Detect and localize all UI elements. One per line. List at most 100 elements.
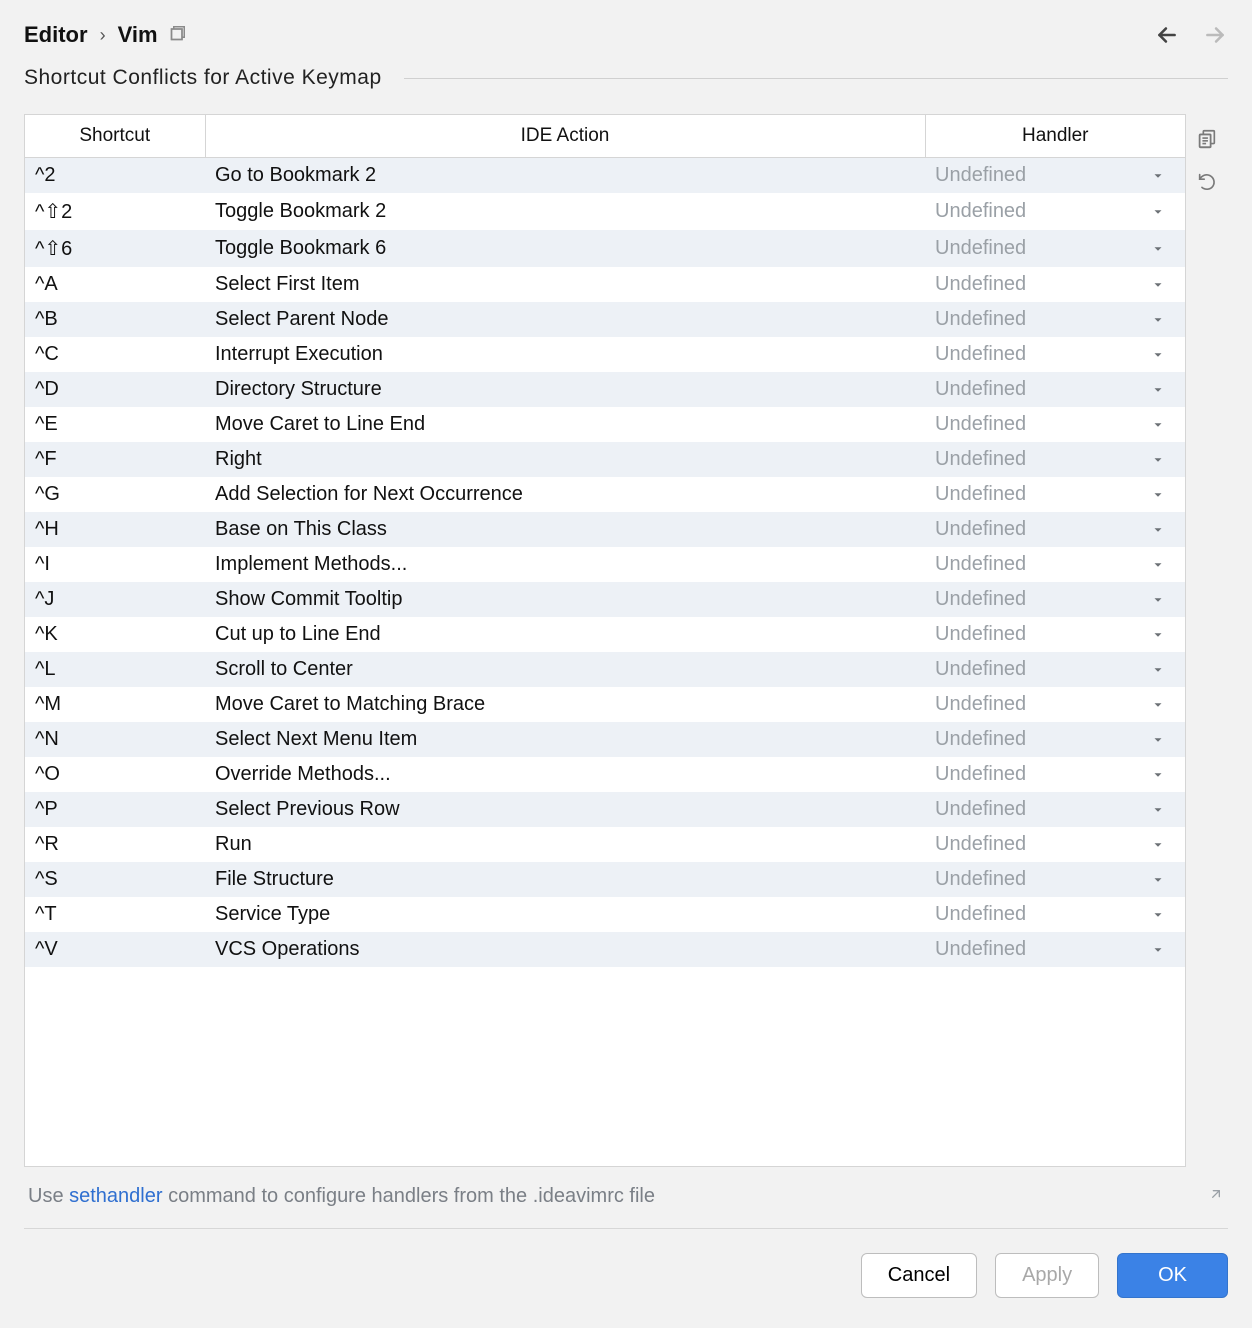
cell-handler[interactable]: Undefined — [925, 792, 1185, 827]
cell-handler[interactable]: Undefined — [925, 652, 1185, 687]
open-in-new-window-icon[interactable] — [170, 23, 188, 47]
chevron-down-icon — [1151, 698, 1165, 712]
table-row[interactable]: ^ASelect First ItemUndefined — [25, 267, 1185, 302]
table-row[interactable]: ^GAdd Selection for Next OccurrenceUndef… — [25, 477, 1185, 512]
chevron-down-icon — [1151, 453, 1165, 467]
cell-handler[interactable]: Undefined — [925, 687, 1185, 722]
handler-value: Undefined — [935, 728, 1026, 751]
chevron-down-icon — [1151, 278, 1165, 292]
cell-handler[interactable]: Undefined — [925, 302, 1185, 337]
hint-suffix: command to configure handlers from the .… — [163, 1185, 655, 1207]
chevron-down-icon — [1151, 558, 1165, 572]
cell-handler[interactable]: Undefined — [925, 337, 1185, 372]
cell-action: Run — [205, 827, 925, 862]
chevron-down-icon — [1151, 169, 1165, 183]
cell-handler[interactable]: Undefined — [925, 372, 1185, 407]
handler-value: Undefined — [935, 378, 1026, 401]
cell-handler[interactable]: Undefined — [925, 722, 1185, 757]
chevron-down-icon — [1151, 873, 1165, 887]
cell-shortcut: ^C — [25, 337, 205, 372]
cell-handler[interactable]: Undefined — [925, 442, 1185, 477]
ok-button[interactable]: OK — [1117, 1253, 1228, 1298]
copy-icon[interactable] — [1196, 128, 1218, 150]
conflicts-table-wrap: Shortcut IDE Action Handler ^2Go to Book… — [24, 114, 1186, 1167]
cell-action: VCS Operations — [205, 932, 925, 967]
cell-handler[interactable]: Undefined — [925, 230, 1185, 267]
external-link-icon[interactable] — [1208, 1185, 1224, 1208]
cell-action: File Structure — [205, 862, 925, 897]
cell-handler[interactable]: Undefined — [925, 617, 1185, 652]
cell-shortcut: ^K — [25, 617, 205, 652]
cell-action: Toggle Bookmark 6 — [205, 230, 925, 267]
cancel-button[interactable]: Cancel — [861, 1253, 977, 1298]
table-row[interactable]: ^2Go to Bookmark 2Undefined — [25, 158, 1185, 194]
column-header-shortcut[interactable]: Shortcut — [25, 115, 205, 158]
cell-handler[interactable]: Undefined — [925, 932, 1185, 967]
table-row[interactable]: ^OOverride Methods...Undefined — [25, 757, 1185, 792]
handler-value: Undefined — [935, 938, 1026, 961]
cell-handler[interactable]: Undefined — [925, 827, 1185, 862]
cell-handler[interactable]: Undefined — [925, 193, 1185, 230]
table-row[interactable]: ^LScroll to CenterUndefined — [25, 652, 1185, 687]
table-row[interactable]: ^JShow Commit TooltipUndefined — [25, 582, 1185, 617]
breadcrumb-parent[interactable]: Editor — [24, 22, 88, 48]
table-row[interactable]: ^⇧2Toggle Bookmark 2Undefined — [25, 193, 1185, 230]
table-row[interactable]: ^⇧6Toggle Bookmark 6Undefined — [25, 230, 1185, 267]
table-row[interactable]: ^RRunUndefined — [25, 827, 1185, 862]
table-row[interactable]: ^VVCS OperationsUndefined — [25, 932, 1185, 967]
table-row[interactable]: ^IImplement Methods...Undefined — [25, 547, 1185, 582]
cell-shortcut: ^2 — [25, 158, 205, 194]
section-rule — [404, 78, 1228, 79]
cell-handler[interactable]: Undefined — [925, 512, 1185, 547]
table-row[interactable]: ^FRightUndefined — [25, 442, 1185, 477]
column-header-action[interactable]: IDE Action — [205, 115, 925, 158]
table-row[interactable]: ^HBase on This ClassUndefined — [25, 512, 1185, 547]
hint-row: Use sethandler command to configure hand… — [24, 1167, 1228, 1208]
cell-shortcut: ^D — [25, 372, 205, 407]
table-row[interactable]: ^PSelect Previous RowUndefined — [25, 792, 1185, 827]
cell-handler[interactable]: Undefined — [925, 477, 1185, 512]
cell-handler[interactable]: Undefined — [925, 757, 1185, 792]
column-header-handler[interactable]: Handler — [925, 115, 1185, 158]
chevron-down-icon — [1151, 313, 1165, 327]
back-button[interactable] — [1154, 22, 1180, 48]
chevron-down-icon — [1151, 488, 1165, 502]
cell-handler[interactable]: Undefined — [925, 582, 1185, 617]
cell-handler[interactable]: Undefined — [925, 862, 1185, 897]
handler-value: Undefined — [935, 413, 1026, 436]
table-row[interactable]: ^SFile StructureUndefined — [25, 862, 1185, 897]
cell-handler[interactable]: Undefined — [925, 407, 1185, 442]
table-row[interactable]: ^TService TypeUndefined — [25, 897, 1185, 932]
handler-value: Undefined — [935, 623, 1026, 646]
cell-handler[interactable]: Undefined — [925, 547, 1185, 582]
handler-value: Undefined — [935, 833, 1026, 856]
cell-handler[interactable]: Undefined — [925, 158, 1185, 194]
cell-shortcut: ^G — [25, 477, 205, 512]
cell-handler[interactable]: Undefined — [925, 267, 1185, 302]
handler-value: Undefined — [935, 763, 1026, 786]
handler-value: Undefined — [935, 658, 1026, 681]
breadcrumb-current: Vim — [118, 22, 158, 48]
cell-action: Add Selection for Next Occurrence — [205, 477, 925, 512]
undo-icon[interactable] — [1196, 170, 1218, 192]
settings-panel: Editor › Vim Shortcut Conflicts for Ac — [0, 0, 1252, 1328]
cell-shortcut: ^I — [25, 547, 205, 582]
sethandler-link[interactable]: sethandler — [69, 1185, 162, 1207]
table-row[interactable]: ^MMove Caret to Matching BraceUndefined — [25, 687, 1185, 722]
cell-action: Select First Item — [205, 267, 925, 302]
cell-action: Move Caret to Matching Brace — [205, 687, 925, 722]
table-row[interactable]: ^CInterrupt ExecutionUndefined — [25, 337, 1185, 372]
cell-shortcut: ^P — [25, 792, 205, 827]
table-row[interactable]: ^EMove Caret to Line EndUndefined — [25, 407, 1185, 442]
hint-text: Use sethandler command to configure hand… — [28, 1185, 655, 1208]
cell-action: Select Next Menu Item — [205, 722, 925, 757]
table-row[interactable]: ^KCut up to Line EndUndefined — [25, 617, 1185, 652]
cell-action: Implement Methods... — [205, 547, 925, 582]
table-row[interactable]: ^NSelect Next Menu ItemUndefined — [25, 722, 1185, 757]
cell-action: Interrupt Execution — [205, 337, 925, 372]
table-row[interactable]: ^BSelect Parent NodeUndefined — [25, 302, 1185, 337]
handler-value: Undefined — [935, 693, 1026, 716]
conflicts-table: Shortcut IDE Action Handler ^2Go to Book… — [25, 115, 1185, 967]
table-row[interactable]: ^DDirectory StructureUndefined — [25, 372, 1185, 407]
cell-handler[interactable]: Undefined — [925, 897, 1185, 932]
